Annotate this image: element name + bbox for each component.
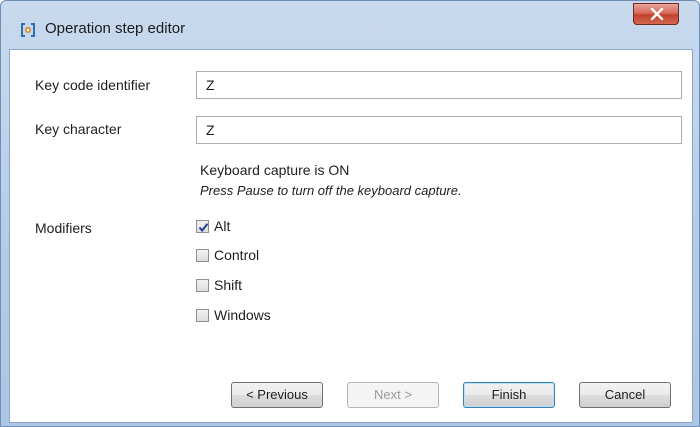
checkmark-icon [198, 223, 209, 233]
dialog-body: Key code identifier Z Key character Z Ke… [9, 49, 693, 423]
capture-status: Keyboard capture is ON [200, 162, 350, 178]
title-bar[interactable]: Operation step editor [1, 1, 699, 49]
modifiers-label: Modifiers [35, 220, 92, 236]
capture-hint: Press Pause to turn off the keyboard cap… [200, 183, 462, 198]
next-button[interactable]: Next > [347, 382, 439, 408]
key-character-field[interactable]: Z [196, 116, 682, 144]
close-icon [650, 8, 664, 20]
alt-checkbox[interactable] [196, 220, 209, 233]
dialog-window: Operation step editor Key code identifie… [0, 0, 700, 427]
key-character-label: Key character [35, 121, 122, 137]
key-code-label: Key code identifier [35, 77, 151, 93]
cancel-button[interactable]: Cancel [579, 382, 671, 408]
alt-label: Alt [214, 218, 231, 234]
operation-editor-icon [21, 23, 35, 37]
control-label: Control [214, 247, 260, 263]
finish-button[interactable]: Finish [463, 382, 555, 408]
key-code-field[interactable]: Z [196, 71, 682, 99]
windows-checkbox[interactable] [196, 309, 209, 322]
control-checkbox[interactable] [196, 249, 209, 262]
shift-checkbox[interactable] [196, 279, 209, 292]
close-button[interactable] [633, 3, 679, 25]
windows-label: Windows [214, 307, 271, 323]
shift-label: Shift [214, 277, 243, 293]
window-title: Operation step editor [45, 20, 186, 37]
previous-button[interactable]: < Previous [231, 382, 323, 408]
